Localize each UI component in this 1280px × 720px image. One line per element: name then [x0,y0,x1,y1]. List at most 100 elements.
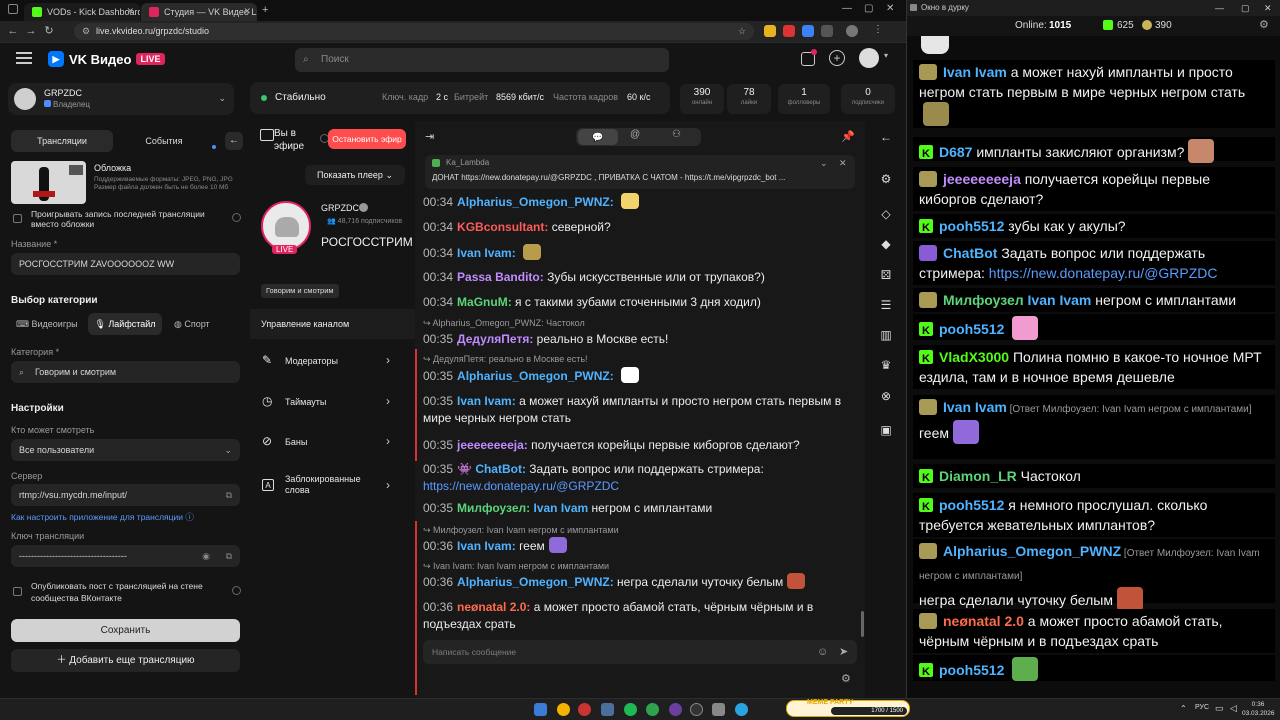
channel-switcher[interactable]: GRPZDC Владелец ⌄ [8,83,234,115]
dice-icon[interactable]: ⚄ [879,268,893,282]
message-author[interactable]: neønatal 2.0 [943,613,1024,629]
message-author[interactable]: KGBconsultant: [457,220,548,234]
app-icon[interactable] [669,703,682,716]
chat-settings-icon[interactable]: ⚙ [841,672,851,685]
message-author[interactable]: Alpharius_Omegon_PWNZ [943,543,1121,559]
forward-icon[interactable]: → [24,24,38,38]
emoji-icon[interactable]: ☺ [817,640,828,664]
close-window-icon[interactable]: ✕ [886,3,894,14]
cover-thumbnail[interactable] [11,161,86,204]
chat-scrollbar[interactable] [861,611,864,637]
spotify-icon[interactable] [624,703,637,716]
message-author[interactable]: neønatal 2.0: [457,600,530,614]
vk-logo[interactable]: ▶ VK Видео LIVE [48,51,165,67]
settings-gear-icon[interactable]: ⚙ [879,172,893,186]
close-tab-icon[interactable]: ✕ [243,6,251,17]
app-icon[interactable] [712,703,725,716]
hamburger-menu-icon[interactable] [16,52,32,64]
maximize-icon[interactable]: ▢ [864,3,873,14]
message-author[interactable]: Alpharius_Omegon_PWNZ: [457,575,614,589]
message-author[interactable]: Alpharius_Omegon_PWNZ: [457,369,614,383]
message-author[interactable]: jeeeeeeeeja [943,171,1021,187]
stats-icon[interactable]: ▥ [879,328,893,342]
menu-moderators[interactable]: ✎ Модераторы › [250,341,415,381]
tab-kick[interactable]: VODs - Kick Dashboard ✕ [24,3,140,21]
app-icon[interactable] [578,703,591,716]
message-author[interactable]: Милфоузел [943,292,1024,308]
language-indicator[interactable]: РУС [1195,704,1209,711]
back-arrow-icon[interactable]: ← [225,132,243,150]
extension-icon[interactable] [764,25,776,37]
message-author[interactable]: D687 [939,144,972,160]
stream-name-input[interactable]: РОСГОССТРИМ ZAVOOOOOOZ WW [11,253,240,275]
chevron-down-icon[interactable]: ⌄ [820,158,828,169]
message-author[interactable]: VladX3000 [939,349,1009,365]
new-tab-button[interactable]: + [262,4,268,16]
category-chip[interactable]: Говорим и смотрим [261,284,339,298]
tab-vk-studio[interactable]: Студия — VK Видео Live ✕ [141,3,257,21]
chrome-icon[interactable] [557,703,570,716]
pin-icon[interactable]: 📌 [841,130,855,143]
minimize-icon[interactable]: — [842,3,852,14]
gem-icon[interactable]: ◆ [879,237,893,251]
network-icon[interactable]: ▭ [1215,703,1224,714]
play-box-icon[interactable]: ▣ [879,423,893,437]
volume-icon[interactable]: ◁ [1230,703,1237,714]
message-author[interactable]: Ivan Ivam [943,64,1007,80]
obs-icon[interactable] [690,703,703,716]
reload-icon[interactable]: ↻ [42,24,56,38]
add-stream-button[interactable]: ＋ Добавить еще трансляцию [11,649,240,672]
message-author[interactable]: Ivan Ivam: [457,246,516,260]
telegram-icon[interactable] [735,703,748,716]
menu-bans[interactable]: ⊘ Баны › [250,422,415,462]
chat-bubble-icon[interactable]: 💬 [578,129,618,145]
collapse-chat-icon[interactable]: ⇥ [425,130,434,143]
site-info-icon[interactable]: ⚙ [82,23,90,40]
info-icon[interactable] [232,586,241,595]
donate-link[interactable]: https://new.donatepay.ru/@GRPZDC [423,479,619,493]
category-tab-games[interactable]: ⌨ Видеоигры [16,319,78,330]
server-input[interactable]: rtmp://vsu.mycdn.me/input/ ⧉ [11,484,240,506]
settings-gear-icon[interactable]: ⚙ [1259,18,1269,31]
mention-icon[interactable]: @ [630,129,640,140]
send-icon[interactable]: ➤ [839,640,848,664]
close-icon[interactable]: ✕ [839,158,847,169]
diamond-icon[interactable]: ◇ [879,207,893,221]
maximize-icon[interactable]: ▢ [1241,0,1250,16]
menu-timeouts[interactable]: ◷ Таймауты › [250,382,415,422]
copy-icon[interactable]: ⧉ [226,484,232,506]
category-input[interactable]: ⌕ Говорим и смотрим [11,361,240,383]
message-author[interactable]: pooh5512 [939,321,1004,337]
user-avatar[interactable] [859,48,879,68]
chevron-down-icon[interactable]: ▾ [884,51,888,60]
search-input[interactable]: ⌕ Поиск [295,48,669,72]
extensions-menu-icon[interactable] [821,25,833,37]
stop-stream-button[interactable]: Остановить эфир [328,129,406,149]
category-tab-sport[interactable]: ◍ Спорт [174,319,210,330]
meme-party-widget[interactable]: MEME PARTY 1700 / 1500 [786,699,910,717]
message-author[interactable]: MaGnuM: [457,295,512,309]
trophy-icon[interactable]: ♛ [879,358,893,372]
stream-key-input[interactable]: ------------------------------------ ◉ ⧉ [11,545,240,567]
close-tab-icon[interactable]: ✕ [126,6,134,17]
back-arrow-icon[interactable]: ← [879,130,893,144]
users-icon[interactable]: ⚇ [672,129,681,140]
close-window-icon[interactable]: ✕ [1264,0,1272,16]
app-icon[interactable] [646,703,659,716]
cancel-chat-icon[interactable]: ⊗ [879,389,893,403]
bookmark-star-icon[interactable]: ☆ [738,23,746,40]
minimize-icon[interactable]: — [1215,0,1224,16]
mentioned-user[interactable]: Ivan Ivam [1024,292,1092,308]
url-input[interactable]: ⚙ live.vkvideo.ru/grpzdc/studio ☆ [74,23,754,40]
steam-icon[interactable] [601,703,614,716]
chat-input[interactable]: Написать сообщение ☺ ➤ [423,640,857,664]
message-author[interactable]: ДедуляПетя: [457,332,533,346]
publish-checkbox[interactable] [13,587,22,596]
message-author[interactable]: Милфоузел: [457,501,530,515]
replay-checkbox[interactable] [13,214,22,223]
donate-link[interactable]: https://new.donatepay.ru/@GRPZDC [985,265,1218,281]
message-author[interactable]: Ivan Ivam: [457,394,516,408]
app-setup-link[interactable]: Как настроить приложение для трансляции … [11,511,194,523]
category-tab-lifestyle[interactable]: 🎙 Лайфстайл [88,313,162,335]
info-icon[interactable] [232,213,241,222]
